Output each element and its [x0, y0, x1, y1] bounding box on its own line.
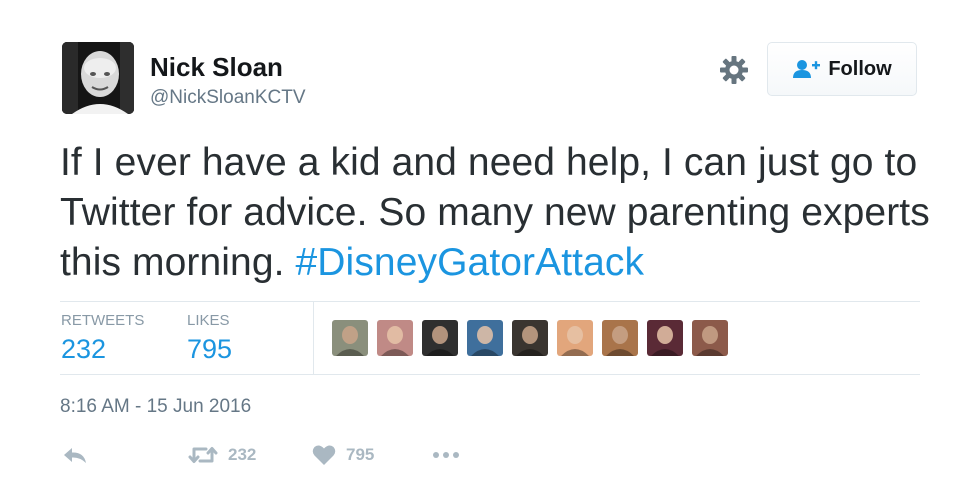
- liker-avatar[interactable]: [422, 320, 458, 356]
- liker-avatar[interactable]: [647, 320, 683, 356]
- liker-avatar[interactable]: [377, 320, 413, 356]
- heart-icon: [312, 445, 336, 465]
- like-action[interactable]: 795: [312, 444, 374, 466]
- author-handle[interactable]: @NickSloanKCTV: [150, 86, 306, 110]
- reply-icon: [64, 448, 86, 463]
- likes-count[interactable]: 795: [187, 333, 232, 365]
- gear-icon[interactable]: [718, 54, 750, 86]
- liker-avatar[interactable]: [692, 320, 728, 356]
- add-user-icon: [793, 60, 821, 78]
- liker-avatar[interactable]: [512, 320, 548, 356]
- follow-button-label: Follow: [828, 57, 892, 80]
- more-action[interactable]: [431, 444, 461, 466]
- avatar[interactable]: [62, 42, 134, 114]
- liker-avatars: [332, 320, 728, 356]
- like-action-count: 795: [346, 445, 375, 464]
- liker-avatar[interactable]: [332, 320, 368, 356]
- hashtag-link[interactable]: #DisneyGatorAttack: [296, 241, 645, 284]
- retweets-count[interactable]: 232: [61, 333, 106, 365]
- liker-avatar[interactable]: [557, 320, 593, 356]
- divider-top: [60, 301, 920, 302]
- follow-button[interactable]: Follow: [767, 42, 917, 96]
- likes-label: LIKES: [187, 312, 230, 329]
- more-icon: [433, 452, 459, 458]
- liker-avatar[interactable]: [602, 320, 638, 356]
- liker-avatar[interactable]: [467, 320, 503, 356]
- tweet-text: If I ever have a kid and need help, I ca…: [60, 138, 940, 288]
- divider-bottom: [60, 374, 920, 375]
- retweet-action[interactable]: 232: [188, 444, 256, 466]
- retweets-label: RETWEETS: [61, 312, 145, 329]
- author-name[interactable]: Nick Sloan: [150, 52, 283, 82]
- tweet-timestamp[interactable]: 8:16 AM - 15 Jun 2016: [60, 396, 251, 418]
- retweet-icon: [188, 447, 218, 463]
- stats-separator: [313, 302, 314, 374]
- retweet-action-count: 232: [228, 445, 257, 464]
- avatar-photo: [62, 42, 134, 114]
- reply-action[interactable]: [62, 444, 88, 466]
